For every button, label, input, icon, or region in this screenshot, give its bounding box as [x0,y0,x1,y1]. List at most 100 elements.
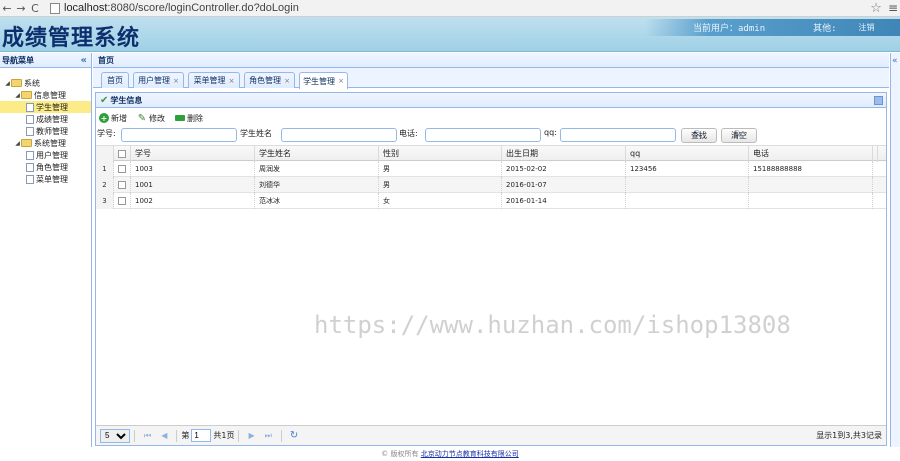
tab-label: 首页 [107,76,123,85]
bookmark-star-icon[interactable]: ☆ [870,1,882,16]
panel-title-bar: ✔ 学生信息 [96,93,886,108]
pager-separator [134,429,135,442]
tab-0[interactable]: 首页 [101,72,129,88]
tab-2[interactable]: 菜单管理 × [188,72,240,88]
clear-button[interactable]: 🔍︎ 清空 [721,128,757,143]
delete-button[interactable]: 删除 [175,113,203,124]
file-icon [26,126,34,136]
sidebar-item[interactable]: ◢ 系统管理 [0,137,91,149]
pagination-bar: 5 ⏮ ◀ 第 共1页 ▶ ⏭ ↻ 显示1到3,共3记录 [96,425,886,445]
breadcrumb: 首页 [93,53,889,68]
table-row[interactable]: 2 1001 刘德华男 2016-01-07 [96,177,886,193]
prev-page-icon[interactable]: ◀ [161,431,167,440]
sidebar-item[interactable]: ◢ 信息管理 [0,89,91,101]
row-number: 3 [96,193,114,209]
expand-right-icon[interactable]: « [892,56,898,66]
sidebar-item[interactable]: 学生管理 [0,101,91,113]
close-icon[interactable]: × [229,77,235,85]
student-panel: ✔ 学生信息 + 新增 ✎ 修改 删除 学号: 学生姓名 电话: qq: 🔍︎ 查找 … [95,92,887,446]
reload-icon[interactable]: C [28,2,42,15]
expand-arrow-icon[interactable]: ◢ [4,80,11,87]
tab-label: 角色管理 [249,76,282,85]
sidebar-item[interactable]: ◢ 系统 [0,77,91,89]
grid-header-row: 学号 学生姓名 性别 出生日期 qq 电话 [96,145,886,162]
expand-arrow-icon[interactable]: ◢ [14,140,21,147]
table-row[interactable]: 3 1002 范冰冰女 2016-01-14 [96,193,886,209]
column-header[interactable]: 性别 [379,146,502,162]
table-cell: 2016-01-07 [502,177,626,193]
sidebar-item[interactable]: 角色管理 [0,161,91,173]
pager-separator [176,429,178,442]
tab-4[interactable]: 学生管理 × [299,72,348,89]
browser-menu-icon[interactable]: ≡ [888,1,898,15]
back-icon[interactable]: ← [0,2,14,15]
row-select-cell[interactable] [114,193,131,209]
file-icon [26,114,34,124]
phone-input[interactable] [425,128,541,142]
table-cell [626,193,749,209]
expand-arrow-icon[interactable]: ◢ [14,92,21,99]
row-select-cell[interactable] [114,161,131,177]
sidebar-item[interactable]: 教师管理 [0,125,91,137]
column-header[interactable]: 学生姓名 [255,146,379,162]
select-all-cell[interactable] [114,146,131,162]
page-size-select[interactable]: 5 [100,428,130,443]
close-icon[interactable]: × [173,77,179,85]
copyright-text: © 版权所有 [381,450,419,458]
tab-1[interactable]: 用户管理 × [133,72,184,88]
row-checkbox[interactable] [118,197,126,205]
table-cell: 123456 [626,161,749,177]
qq-input[interactable] [560,128,676,142]
row-checkbox[interactable] [118,181,126,189]
row-checkbox[interactable] [118,165,126,173]
tab-label: 学生管理 [303,76,336,86]
tab-3[interactable]: 角色管理 × [244,72,295,88]
pager-separator [238,429,240,442]
page-number-input[interactable] [191,429,212,442]
edit-button[interactable]: ✎ 修改 [137,113,165,124]
student-no-label: 学号: [97,129,116,138]
file-icon [26,174,34,184]
app-header: 成绩管理系统 当前用户：admin 其他: 注销 [0,17,900,52]
folder-icon [21,91,32,99]
folder-icon [21,139,32,147]
table-cell [626,177,749,193]
table-row[interactable]: 1 1003 周润发男 2015-02-02 123456 15188888888 [96,161,886,177]
collapse-left-icon[interactable]: « [81,55,87,66]
row-select-cell[interactable] [114,177,131,193]
sidebar-item[interactable]: 成绩管理 [0,113,91,125]
sidebar-item-label: 角色管理 [36,162,68,172]
pager-info: 显示1到3,共3记录 [816,431,882,440]
right-panel-collapsed: « [890,53,900,447]
column-header[interactable]: 电话 [749,146,873,162]
close-icon[interactable]: × [284,77,290,85]
sidebar-item-label: 学生管理 [36,102,68,112]
logout-link[interactable]: 注销 [859,22,875,33]
sidebar-item-label: 教师管理 [36,126,68,136]
refresh-icon[interactable]: ↻ [290,430,298,441]
column-header[interactable]: qq [626,146,749,162]
last-page-icon[interactable]: ⏭ [265,431,272,441]
table-cell: 刘德华 [255,177,379,193]
column-header[interactable]: 学号 [131,146,255,162]
company-link[interactable]: 北京动力节点教育科技有限公司 [421,450,519,458]
table-cell [749,177,873,193]
table-cell: 范冰冰 [255,193,379,209]
add-button[interactable]: + 新增 [99,113,127,124]
first-page-icon[interactable]: ⏮ [144,431,151,441]
close-icon[interactable]: × [338,77,344,85]
sidebar-item[interactable]: 用户管理 [0,149,91,161]
student-no-input[interactable] [121,128,237,142]
column-header[interactable]: 出生日期 [502,146,626,162]
grid-toolbar: + 新增 ✎ 修改 删除 [96,111,213,125]
student-name-input[interactable] [281,128,397,142]
panel-collapse-icon[interactable] [874,95,883,105]
query-button[interactable]: 🔍︎ 查找 [681,128,717,143]
address-bar[interactable]: localhost:8080/score/loginController.do?… [64,2,299,14]
row-number: 1 [96,161,114,177]
sidebar-item[interactable]: 菜单管理 [0,173,91,185]
select-all-checkbox[interactable] [118,149,126,158]
next-page-icon[interactable]: ▶ [248,431,254,440]
qq-label: qq: [544,128,557,137]
forward-icon[interactable]: → [14,2,28,15]
